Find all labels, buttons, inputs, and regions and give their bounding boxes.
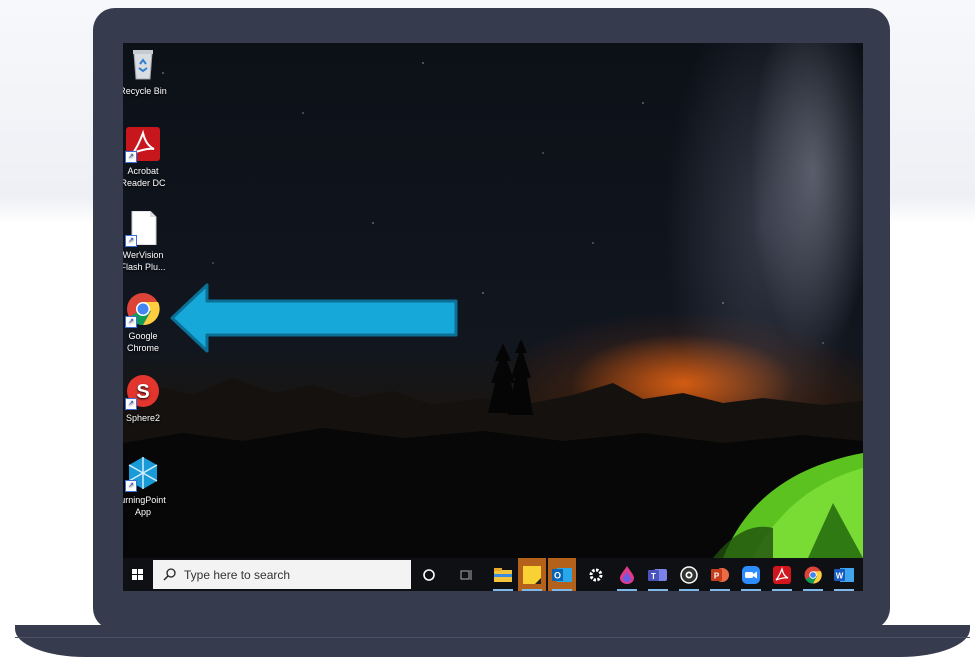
- turningpoint-icon: ↗: [125, 456, 160, 492]
- task-view-button[interactable]: [453, 558, 481, 591]
- file-icon: ↗: [125, 210, 160, 247]
- shortcut-arrow-icon: ↗: [125, 151, 137, 163]
- shortcut-arrow-icon: ↗: [125, 480, 137, 492]
- taskbar-file-explorer[interactable]: [489, 558, 517, 591]
- desktop-icon-flash-plugin[interactable]: ↗ WerVision Flash Plu...: [123, 210, 173, 273]
- chrome-label-1: Google: [128, 331, 158, 341]
- word-icon: W: [834, 567, 854, 582]
- search-icon: [163, 568, 176, 581]
- gear-icon: [589, 568, 603, 581]
- svg-text:S: S: [136, 381, 149, 403]
- desktop-icon-sphere2[interactable]: S ↗ Sphere2: [123, 374, 173, 424]
- chrome-icon: ↗: [125, 292, 160, 328]
- taskbar-search-box[interactable]: Type here to search: [153, 560, 411, 589]
- svg-text:O: O: [554, 570, 561, 580]
- paint-drop-icon: [620, 565, 634, 584]
- taskbar-zoom[interactable]: [737, 558, 765, 591]
- folder-icon: [494, 567, 512, 582]
- flash-label-1: WerVision: [123, 250, 164, 260]
- recycle-bin-label: Recycle Bin: [123, 86, 167, 96]
- chrome-label-2: Chrome: [126, 343, 159, 353]
- flash-label-2: Flash Plu...: [123, 262, 166, 272]
- taskbar-outlook[interactable]: O: [548, 558, 576, 591]
- shortcut-arrow-icon: ↗: [125, 398, 137, 410]
- taskbar-teams[interactable]: T: [644, 558, 672, 591]
- acrobat-icon: [773, 565, 791, 584]
- turningpoint-label-1: urningPoint: [123, 495, 166, 505]
- zoom-icon: [742, 565, 760, 584]
- svg-text:P: P: [714, 571, 720, 580]
- recycle-bin-icon: [126, 47, 160, 81]
- svg-text:W: W: [836, 571, 844, 580]
- taskbar: Type here to search O T P W: [123, 558, 863, 591]
- laptop-base: [15, 625, 970, 657]
- search-placeholder: Type here to search: [184, 567, 291, 582]
- turningpoint-label-2: App: [134, 507, 151, 517]
- wallpaper-tent: [713, 453, 863, 558]
- desktop-icon-turningpoint[interactable]: ↗ urningPoint App: [123, 456, 173, 518]
- camera-icon: [680, 565, 698, 584]
- annotation-arrow: [170, 283, 458, 353]
- acrobat-icon: ↗: [125, 127, 160, 163]
- taskbar-word[interactable]: W: [830, 558, 858, 591]
- sphere2-label: Sphere2: [125, 413, 161, 423]
- powerpoint-icon: P: [711, 567, 729, 582]
- svg-text:T: T: [651, 572, 656, 581]
- teams-icon: T: [648, 568, 667, 581]
- shortcut-arrow-icon: ↗: [125, 316, 137, 328]
- task-view-icon: [460, 569, 472, 580]
- desktop-icon-google-chrome[interactable]: ↗ Google Chrome: [123, 292, 173, 354]
- taskbar-camera[interactable]: [675, 558, 703, 591]
- taskbar-sticky-notes[interactable]: [518, 558, 546, 591]
- sphere2-icon: S ↗: [125, 374, 160, 410]
- desktop-icon-acrobat[interactable]: ↗ Acrobat Reader DC: [123, 127, 173, 189]
- start-button[interactable]: [123, 558, 153, 591]
- outlook-icon: O: [552, 567, 572, 582]
- taskbar-paint-3d[interactable]: [613, 558, 641, 591]
- taskbar-acrobat[interactable]: [768, 558, 796, 591]
- shortcut-arrow-icon: ↗: [125, 235, 137, 247]
- acrobat-label-1: Acrobat: [127, 166, 159, 176]
- windows-icon: [132, 569, 143, 580]
- cortana-icon: [423, 568, 435, 581]
- taskbar-settings[interactable]: [582, 558, 610, 591]
- chrome-icon: [804, 566, 822, 583]
- taskbar-powerpoint[interactable]: P: [706, 558, 734, 591]
- taskbar-chrome[interactable]: [799, 558, 827, 591]
- desktop-icon-recycle-bin[interactable]: Recycle Bin: [123, 47, 173, 97]
- acrobat-label-2: Reader DC: [123, 178, 166, 188]
- cortana-button[interactable]: [415, 558, 443, 591]
- sticky-notes-icon: [523, 565, 541, 584]
